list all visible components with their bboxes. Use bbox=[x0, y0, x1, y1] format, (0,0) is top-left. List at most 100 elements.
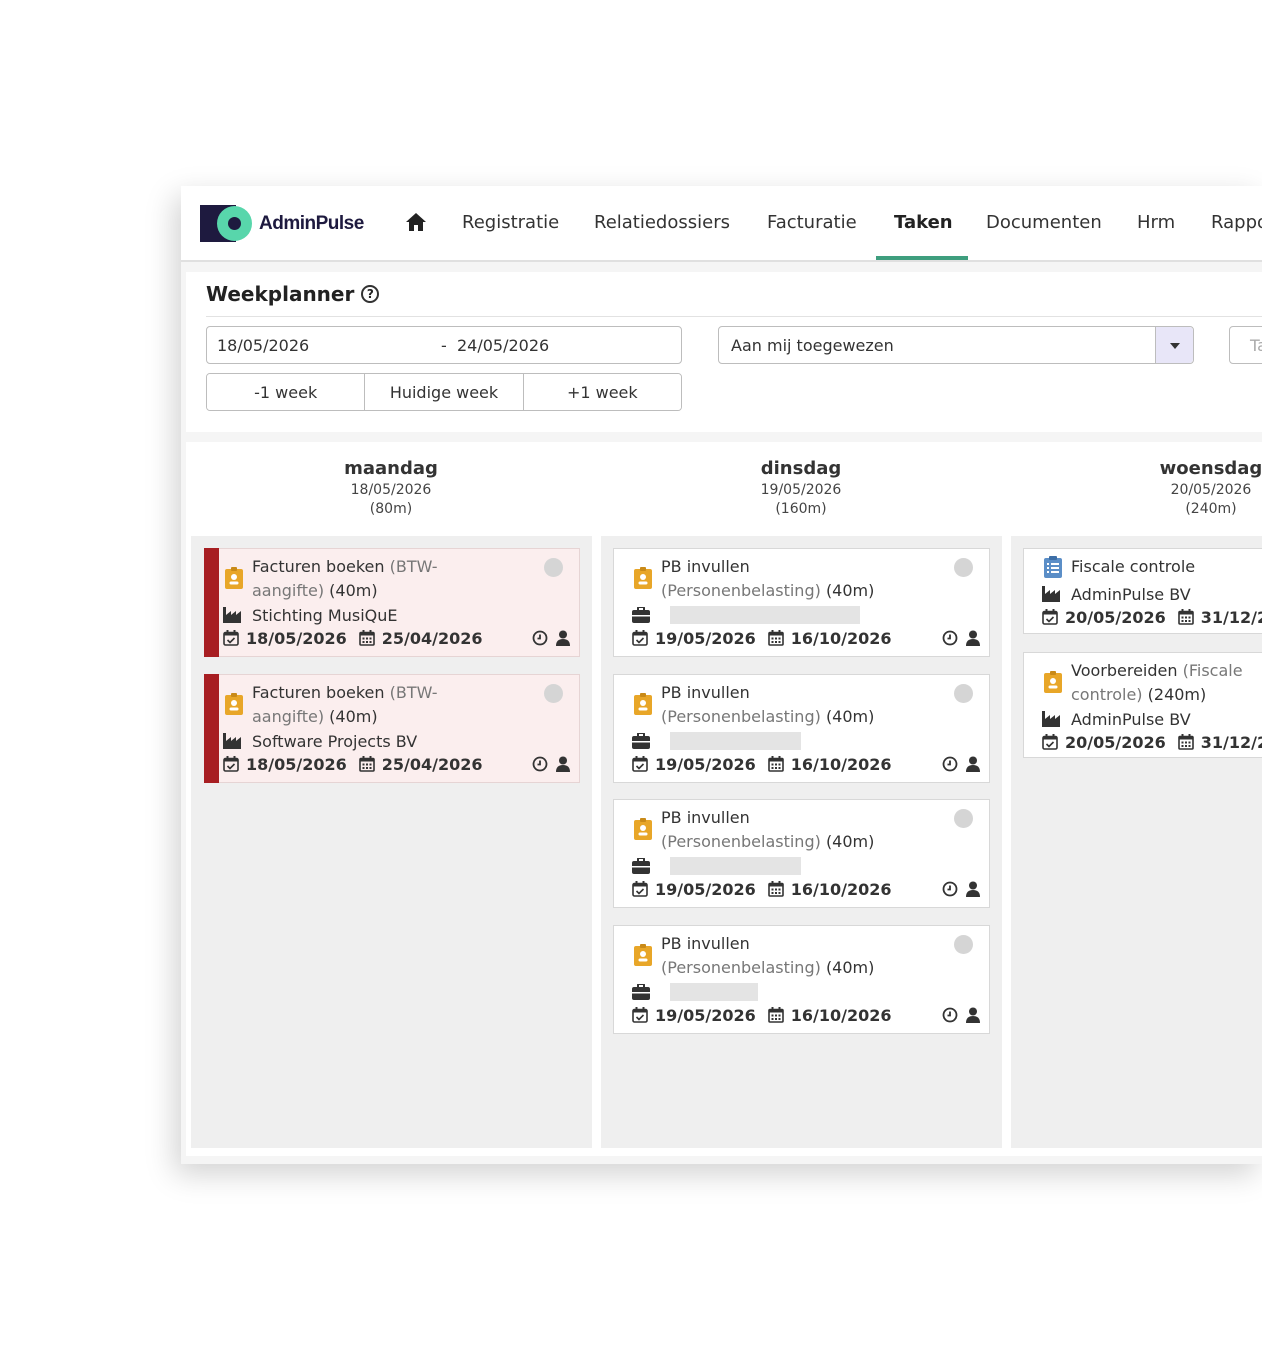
day-header-dinsdag: dinsdag 19/05/2026 (160m) bbox=[601, 458, 1001, 517]
status-toggle[interactable] bbox=[544, 558, 563, 577]
date-range-input[interactable]: 18/05/2026 - 24/05/2026 bbox=[206, 326, 682, 364]
task-title: Voorbereiden (Fiscale controle) (240m) bbox=[1071, 661, 1243, 704]
status-toggle[interactable] bbox=[954, 684, 973, 703]
task-title: PB invullen (Personenbelasting) (40m) bbox=[661, 557, 875, 600]
due-date: 31/12/2 bbox=[1200, 607, 1262, 627]
clock-icon[interactable] bbox=[942, 881, 958, 897]
day-duration: (240m) bbox=[1185, 501, 1237, 517]
app-window: AdminPulse Registratie Relatiedossiers F… bbox=[181, 186, 1262, 1164]
day-header-maandag: maandag 18/05/2026 (80m) bbox=[191, 458, 591, 517]
nav-facturatie[interactable]: Facturatie bbox=[767, 212, 857, 233]
calendar-icon bbox=[1178, 734, 1194, 750]
status-toggle[interactable] bbox=[544, 684, 563, 703]
calendar-icon bbox=[359, 630, 375, 646]
id-badge-icon bbox=[634, 693, 652, 715]
date-from[interactable]: 18/05/2026 bbox=[217, 336, 309, 355]
task-card[interactable]: Facturen boeken (BTW- aangifte) (40m) St… bbox=[204, 548, 580, 657]
nav-registratie[interactable]: Registratie bbox=[462, 212, 559, 233]
start-date: 18/05/2026 bbox=[246, 754, 347, 774]
status-toggle[interactable] bbox=[954, 935, 973, 954]
task-card[interactable]: Voorbereiden (Fiscale controle) (240m) A… bbox=[1023, 652, 1262, 758]
day-column-woensdag: Fiscale controle AdminPulse BV 20/05/202… bbox=[1011, 536, 1262, 1148]
home-icon[interactable] bbox=[405, 212, 427, 232]
overdue-indicator bbox=[204, 548, 219, 657]
calendar-check-icon bbox=[632, 1007, 648, 1023]
card-actions bbox=[942, 756, 981, 772]
user-icon[interactable] bbox=[555, 756, 571, 772]
logo-mark-icon bbox=[200, 205, 254, 242]
prev-week-button[interactable]: -1 week bbox=[207, 374, 366, 410]
task-filter-input[interactable]: Taken bbox=[1229, 326, 1262, 364]
task-filter-placeholder: Taken bbox=[1250, 336, 1262, 355]
clock-icon[interactable] bbox=[532, 756, 548, 772]
day-header-woensdag: woensdag 20/05/2026 (240m) bbox=[1011, 458, 1262, 517]
page-title-text: Weekplanner bbox=[206, 282, 355, 306]
day-date: 20/05/2026 bbox=[1170, 482, 1252, 498]
due-date: 25/04/2026 bbox=[381, 628, 483, 648]
status-toggle[interactable] bbox=[954, 558, 973, 577]
status-toggle[interactable] bbox=[954, 809, 973, 828]
dates-row: 18/05/2026 25/04/2026 bbox=[223, 753, 483, 775]
calendar-check-icon bbox=[632, 881, 648, 897]
calendar-icon bbox=[768, 881, 784, 897]
task-title: Fiscale controle bbox=[1071, 557, 1196, 576]
clock-icon[interactable] bbox=[942, 630, 958, 646]
start-date: 20/05/2026 bbox=[1065, 607, 1166, 627]
weekplanner-panel: Weekplanner ? 18/05/2026 - 24/05/2026 -1… bbox=[186, 272, 1262, 432]
nav-rapportering[interactable]: Rapportering bbox=[1211, 212, 1262, 233]
due-date: 16/10/2026 bbox=[790, 1005, 892, 1025]
next-week-button[interactable]: +1 week bbox=[523, 374, 681, 410]
current-week-button[interactable]: Huidige week bbox=[365, 374, 524, 410]
client-row: Stichting MusiQuE bbox=[223, 605, 397, 625]
card-actions bbox=[942, 1007, 981, 1023]
clock-icon[interactable] bbox=[942, 1007, 958, 1023]
user-icon[interactable] bbox=[965, 1007, 981, 1023]
assignee-select[interactable]: Aan mij toegewezen bbox=[718, 326, 1194, 364]
day-duration: (160m) bbox=[775, 501, 827, 517]
week-board: maandag 18/05/2026 (80m) dinsdag 19/05/2… bbox=[186, 442, 1262, 1156]
client-name[interactable]: Stichting MusiQuE bbox=[252, 606, 397, 625]
calendar-check-icon bbox=[223, 630, 239, 646]
due-date: 16/10/2026 bbox=[790, 628, 892, 648]
client-placeholder bbox=[670, 857, 801, 875]
card-actions bbox=[942, 881, 981, 897]
card-actions bbox=[532, 630, 571, 646]
due-date: 16/10/2026 bbox=[790, 754, 892, 774]
date-separator: - bbox=[441, 336, 447, 355]
task-card[interactable]: PB invullen (Personenbelasting) (40m) 19… bbox=[613, 548, 990, 657]
brand-logo[interactable]: AdminPulse bbox=[200, 205, 364, 242]
card-actions bbox=[532, 756, 571, 772]
nav-documenten[interactable]: Documenten bbox=[986, 212, 1102, 233]
user-icon[interactable] bbox=[555, 630, 571, 646]
task-card[interactable]: PB invullen (Personenbelasting) (40m) 19… bbox=[613, 799, 990, 908]
id-badge-icon bbox=[225, 567, 243, 589]
dates-row: 19/05/2026 16/10/2026 bbox=[632, 1004, 892, 1026]
user-icon[interactable] bbox=[965, 756, 981, 772]
client-name[interactable]: AdminPulse BV bbox=[1071, 710, 1191, 729]
client-row bbox=[632, 605, 860, 625]
task-card[interactable]: PB invullen (Personenbelasting) (40m) 19… bbox=[613, 925, 990, 1034]
clipboard-list-icon bbox=[1044, 556, 1062, 578]
due-date: 25/04/2026 bbox=[381, 754, 483, 774]
date-to[interactable]: 24/05/2026 bbox=[457, 336, 549, 355]
task-card[interactable]: PB invullen (Personenbelasting) (40m) 19… bbox=[613, 674, 990, 783]
task-card[interactable]: Fiscale controle AdminPulse BV 20/05/202… bbox=[1023, 548, 1262, 634]
nav-relatiedossiers[interactable]: Relatiedossiers bbox=[594, 212, 730, 233]
briefcase-icon bbox=[632, 984, 650, 1000]
task-card[interactable]: Facturen boeken (BTW- aangifte) (40m) So… bbox=[204, 674, 580, 783]
briefcase-icon bbox=[632, 733, 650, 749]
clock-icon[interactable] bbox=[942, 756, 958, 772]
nav-hrm[interactable]: Hrm bbox=[1137, 212, 1175, 233]
client-name[interactable]: Software Projects BV bbox=[252, 732, 417, 751]
briefcase-icon bbox=[632, 858, 650, 874]
active-tab-indicator bbox=[876, 256, 968, 260]
user-icon[interactable] bbox=[965, 881, 981, 897]
dates-row: 19/05/2026 16/10/2026 bbox=[632, 753, 892, 775]
user-icon[interactable] bbox=[965, 630, 981, 646]
nav-taken[interactable]: Taken bbox=[894, 212, 953, 233]
question-circle-icon[interactable]: ? bbox=[361, 285, 380, 303]
client-placeholder bbox=[670, 983, 758, 1001]
clock-icon[interactable] bbox=[532, 630, 548, 646]
client-name[interactable]: AdminPulse BV bbox=[1071, 585, 1191, 604]
caret-down-icon[interactable] bbox=[1155, 327, 1193, 363]
